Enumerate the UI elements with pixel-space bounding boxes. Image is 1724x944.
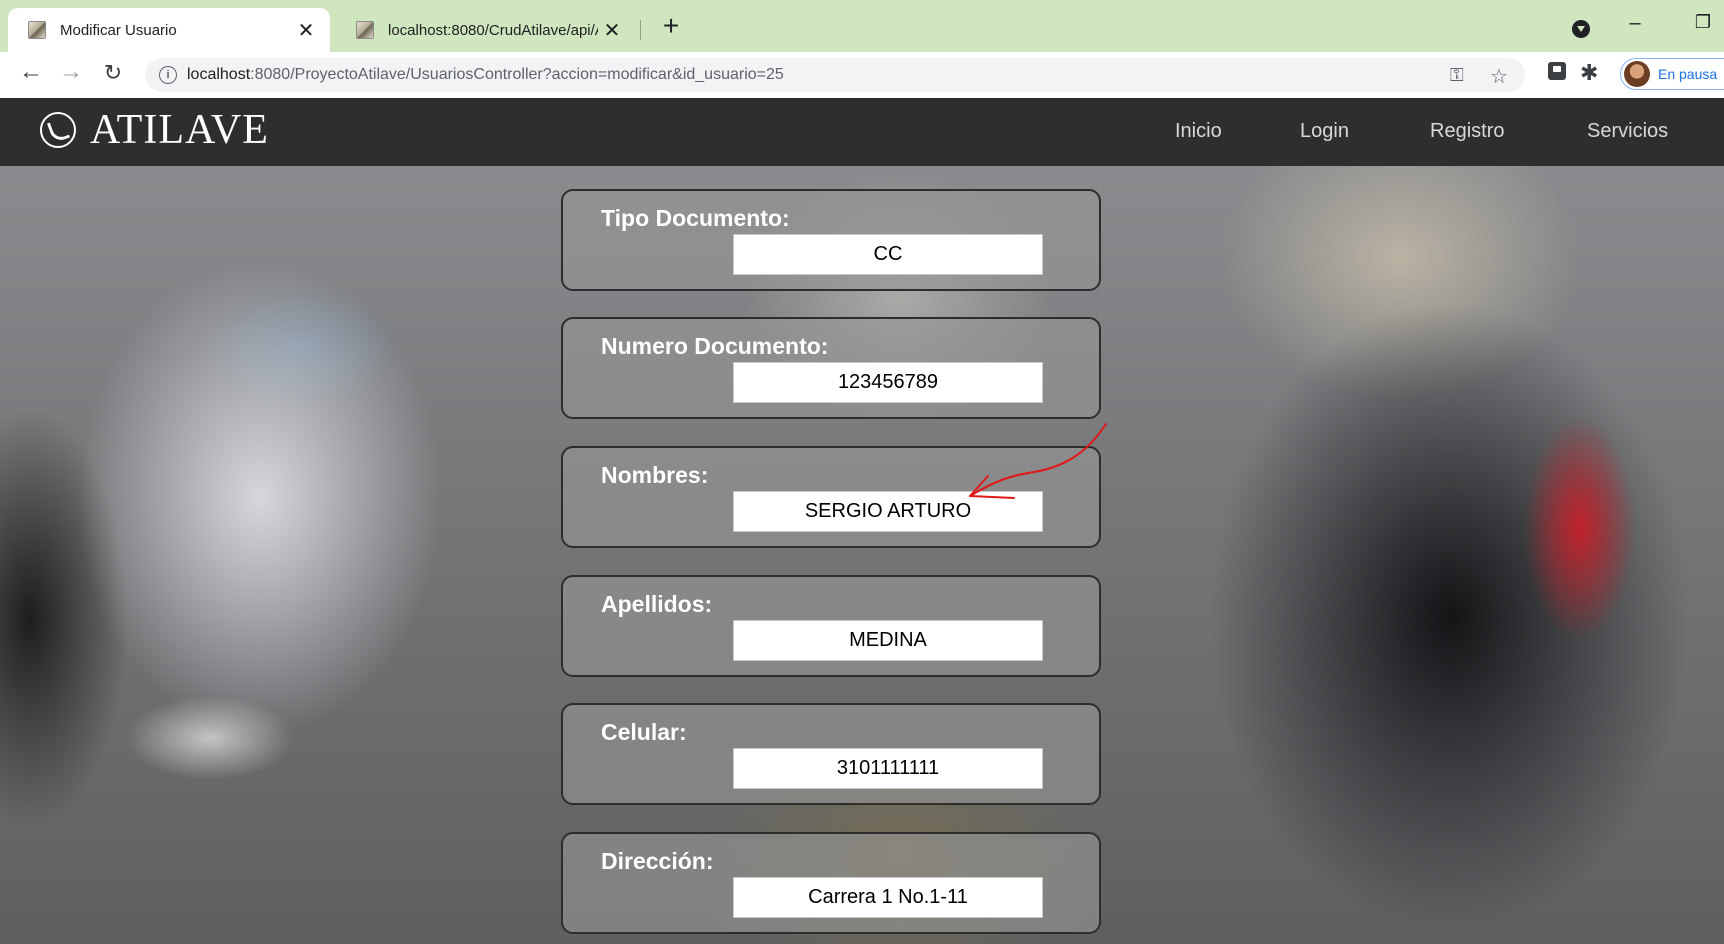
numero-documento-label: Numero Documento: <box>601 333 829 359</box>
back-arrow-icon[interactable]: ← <box>16 58 46 86</box>
tab-crudatilave-api[interactable]: localhost:8080/CrudAtilave/api/A ✕ <box>336 8 636 52</box>
profile-avatar <box>1624 61 1650 87</box>
nav-link-login[interactable]: Login <box>1300 120 1349 143</box>
numero-documento-input[interactable] <box>733 362 1043 403</box>
extensions-puzzle-icon[interactable]: ✱ <box>1580 60 1598 86</box>
brand-name: ATILAVE <box>90 107 269 153</box>
tab-favicon-icon <box>356 21 374 39</box>
field-card-apellidos: Apellidos: <box>561 575 1101 677</box>
apellidos-input[interactable] <box>733 620 1043 661</box>
url-host: localhost <box>187 66 251 83</box>
field-card-nombres: Nombres: <box>561 446 1101 548</box>
celular-label: Celular: <box>601 719 687 745</box>
reload-icon[interactable]: ↻ <box>98 60 128 86</box>
tab-separator <box>640 20 641 40</box>
tab-close-icon[interactable]: ✕ <box>292 18 320 43</box>
site-logo[interactable]: ATILAVE <box>40 106 269 154</box>
profile-button[interactable]: En pausa <box>1620 58 1724 90</box>
browser-tab-strip: Modificar Usuario ✕ localhost:8080/CrudA… <box>0 0 1724 52</box>
field-card-tipo-documento: Tipo Documento: <box>561 189 1101 291</box>
key-icon[interactable]: ⚿ <box>1450 65 1464 86</box>
web-page: ATILAVE Inicio Login Registro Servicios … <box>0 98 1724 944</box>
browser-toolbar: ← → ↻ i localhost:8080/ProyectoAtilave/U… <box>0 52 1724 98</box>
field-card-celular: Celular: <box>561 703 1101 805</box>
direccion-label: Dirección: <box>601 848 714 874</box>
tab-title: Modificar Usuario <box>60 21 177 39</box>
new-tab-plus-icon[interactable]: + <box>655 10 687 42</box>
tab-title: localhost:8080/CrudAtilave/api/A <box>388 21 598 39</box>
profile-status-label: En pausa <box>1658 66 1718 82</box>
nombres-input[interactable] <box>733 491 1043 532</box>
nav-link-registro[interactable]: Registro <box>1430 120 1504 143</box>
field-card-numero-documento: Numero Documento: <box>561 317 1101 419</box>
nav-link-servicios[interactable]: Servicios <box>1587 120 1668 143</box>
restore-window-icon[interactable]: ❐ <box>1688 12 1718 33</box>
url-path: :8080/ProyectoAtilave/UsuariosController… <box>250 66 784 83</box>
nav-link-inicio[interactable]: Inicio <box>1175 120 1222 143</box>
tipo-documento-input[interactable] <box>733 234 1043 275</box>
tab-close-icon[interactable]: ✕ <box>598 18 626 43</box>
extension-icon[interactable] <box>1548 62 1566 80</box>
nombres-label: Nombres: <box>601 462 709 488</box>
tab-modificar-usuario[interactable]: Modificar Usuario ✕ <box>8 8 330 52</box>
atilave-logo-icon <box>40 112 76 148</box>
address-bar[interactable]: i localhost:8080/ProyectoAtilave/Usuario… <box>145 58 1525 92</box>
bookmark-star-icon[interactable]: ☆ <box>1490 64 1508 89</box>
tipo-documento-label: Tipo Documento: <box>601 205 790 231</box>
direccion-input[interactable] <box>733 877 1043 918</box>
site-info-icon[interactable]: i <box>159 66 177 84</box>
site-navbar: ATILAVE Inicio Login Registro Servicios <box>0 98 1724 166</box>
field-card-direccion: Dirección: <box>561 832 1101 934</box>
tab-search-dropdown-icon[interactable] <box>1572 20 1590 38</box>
celular-input[interactable] <box>733 748 1043 789</box>
minimize-window-icon[interactable]: – <box>1620 12 1650 35</box>
forward-arrow-icon[interactable]: → <box>56 58 86 86</box>
apellidos-label: Apellidos: <box>601 591 713 617</box>
tab-favicon-icon <box>28 21 46 39</box>
